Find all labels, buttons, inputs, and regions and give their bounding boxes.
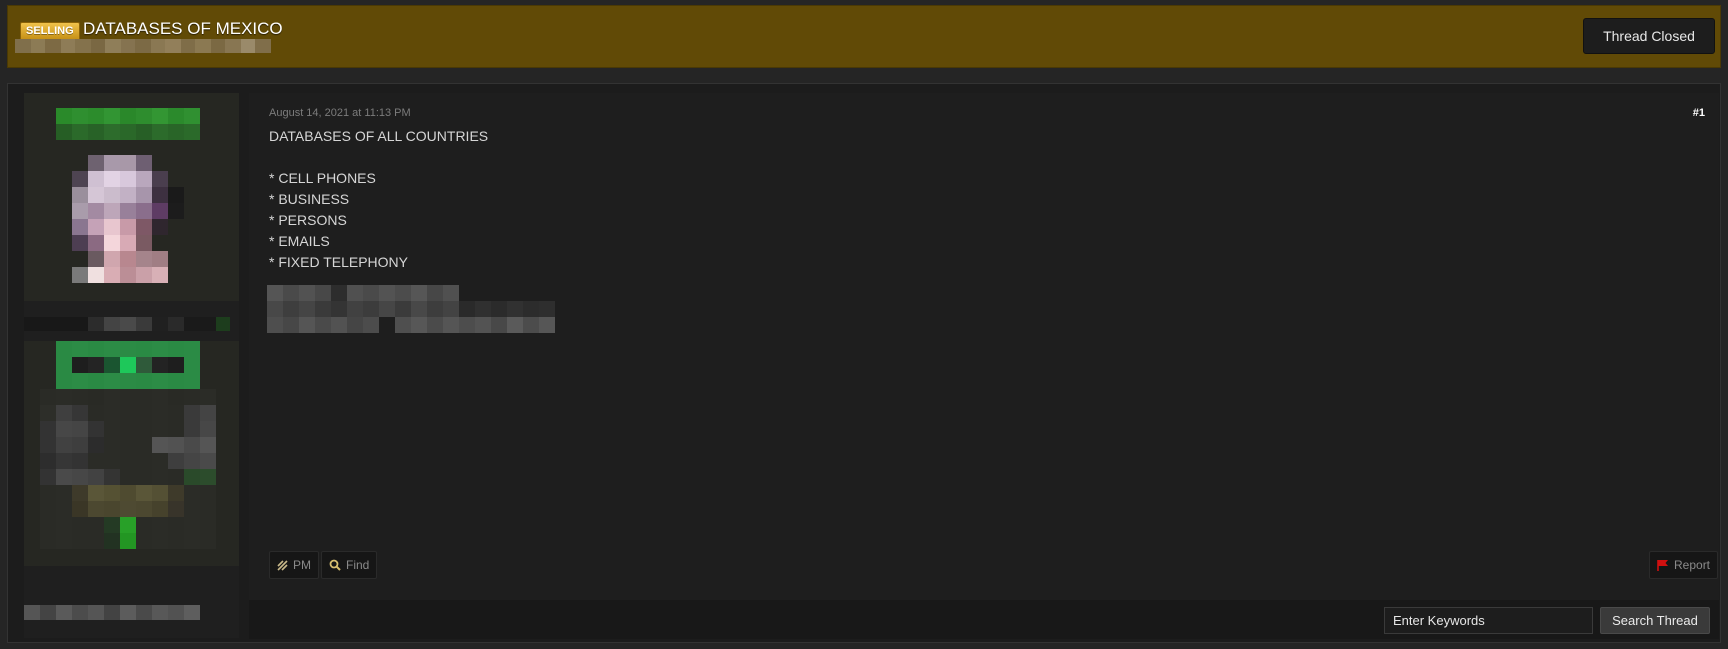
pm-icon [277, 559, 288, 571]
thread-header: SELLING DATABASES OF MEXICO Thread Close… [7, 5, 1721, 68]
find-label: Find [346, 558, 370, 572]
redacted-contact-info [267, 285, 555, 333]
post-body: DATABASES OF ALL COUNTRIES * CELL PHONES… [269, 126, 488, 273]
post-line: * CELL PHONES [269, 170, 376, 186]
pm-label: PM [293, 558, 311, 572]
redacted-avatar-image [72, 155, 184, 283]
redacted-subtitle [15, 39, 277, 53]
post: August 14, 2021 at 11:13 PM #1 DATABASES… [7, 83, 1721, 643]
search-icon [329, 559, 341, 571]
thread-closed-button[interactable]: Thread Closed [1583, 18, 1715, 54]
post-line-blank [269, 147, 488, 168]
redacted-user-rank [24, 317, 234, 331]
report-button[interactable]: Report [1649, 551, 1719, 579]
post-line: * BUSINESS [269, 191, 350, 207]
user-info-column [24, 93, 239, 638]
search-keywords-input[interactable] [1384, 607, 1593, 634]
redacted-user-stats [24, 605, 200, 620]
report-label: Report [1674, 558, 1711, 572]
post-line: * FIXED TELEPHONY [269, 254, 409, 270]
post-date[interactable]: August 14, 2021 at 11:13 PM [269, 107, 411, 119]
flag-icon [1657, 559, 1669, 571]
post-content: August 14, 2021 at 11:13 PM #1 DATABASES… [249, 93, 1719, 639]
redacted-user-badge [24, 341, 239, 566]
thread-title: DATABASES OF MEXICO [83, 19, 283, 38]
avatar[interactable] [24, 93, 239, 301]
search-thread-button[interactable]: Search Thread [1600, 607, 1710, 634]
post-line: * EMAILS [269, 233, 330, 249]
post-line: * PERSONS [269, 212, 347, 228]
post-number[interactable]: #1 [1693, 107, 1705, 119]
redacted-username [56, 108, 200, 140]
find-button[interactable]: Find [321, 551, 378, 579]
pm-button[interactable]: PM [269, 551, 319, 579]
post-line: DATABASES OF ALL COUNTRIES [269, 128, 489, 144]
thread-search-bar: Search Thread [249, 600, 1719, 639]
